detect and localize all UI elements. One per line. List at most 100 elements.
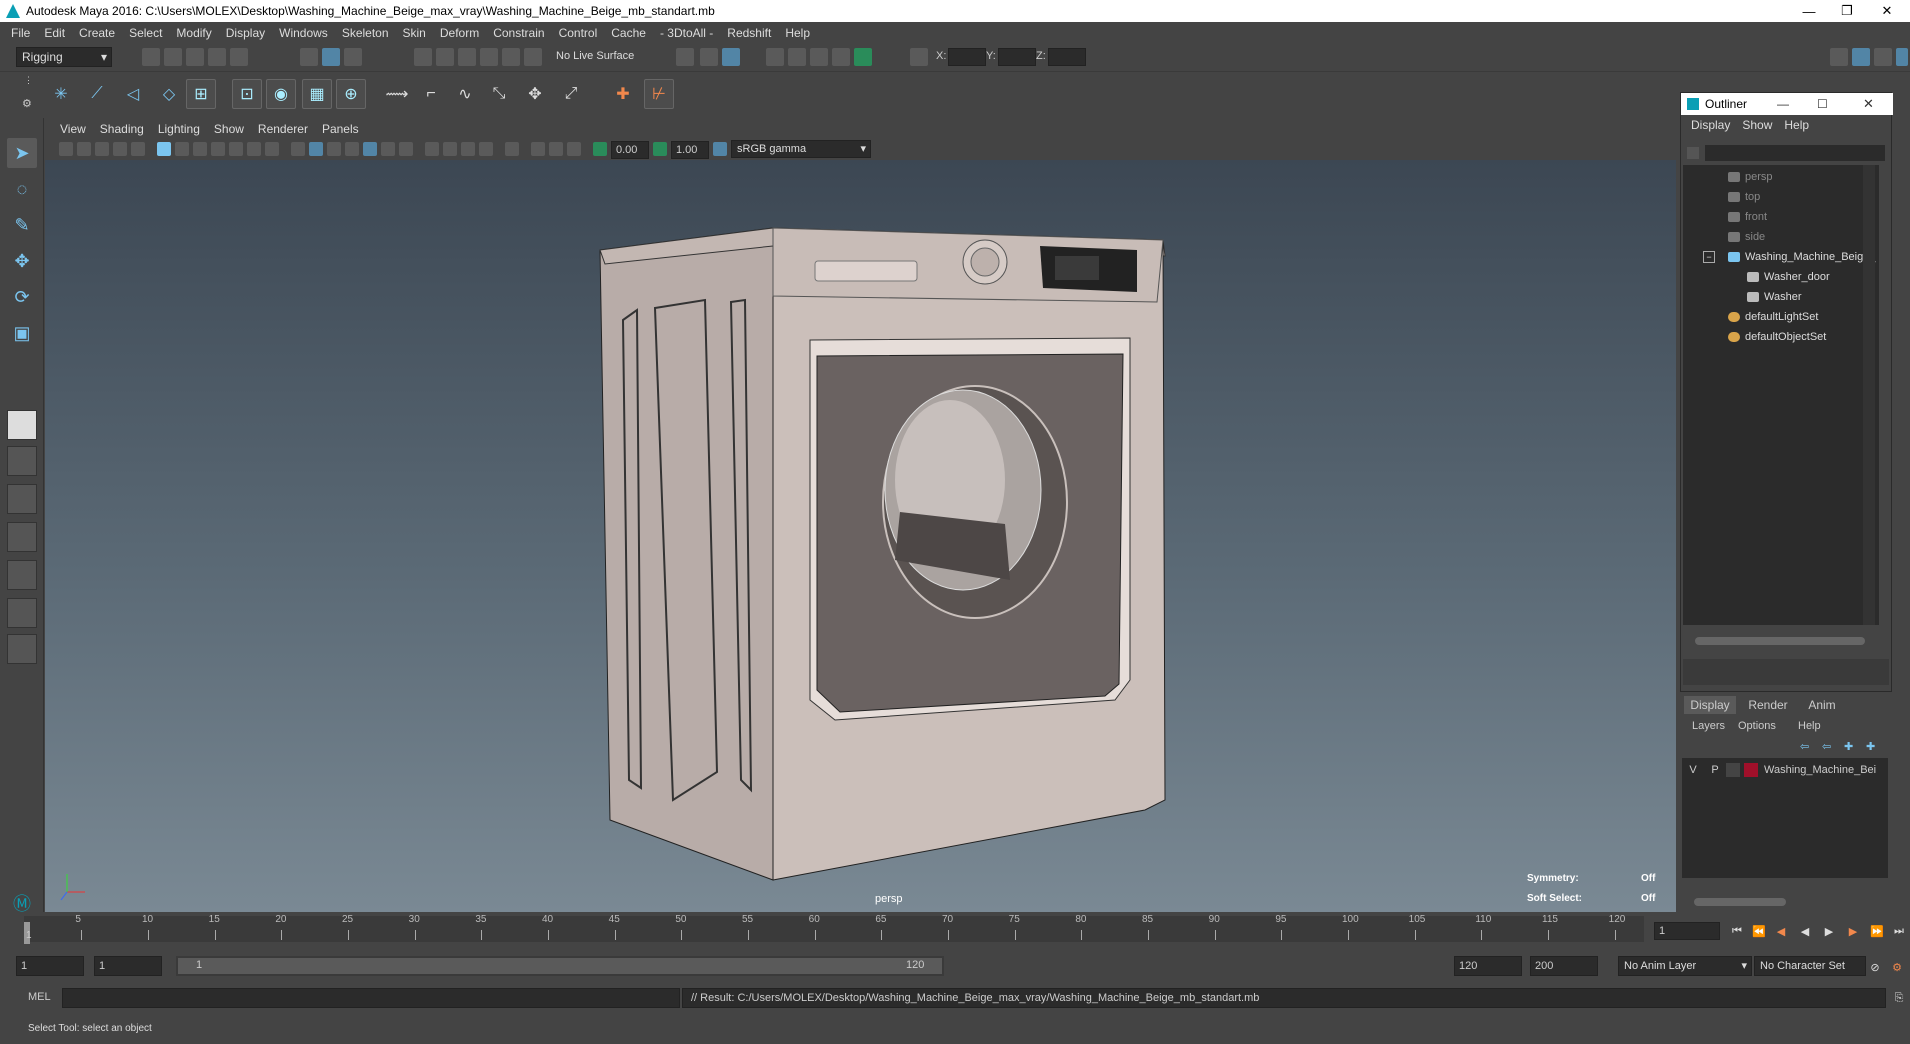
shadows-icon[interactable] (399, 142, 413, 156)
isolate-select-icon[interactable] (505, 142, 519, 156)
menu-display[interactable]: Display (219, 26, 272, 40)
smooth-bind-icon[interactable]: ◉ (266, 79, 296, 109)
vp-menu-lighting[interactable]: Lighting (151, 122, 207, 136)
paint-select-icon[interactable]: ✎ (7, 210, 37, 240)
exposure-field[interactable]: 0.00 (611, 141, 649, 159)
y-field[interactable] (998, 48, 1036, 66)
snap-curve-icon[interactable] (436, 48, 454, 66)
move-layer-down-icon[interactable]: ⇦ (1822, 740, 1831, 753)
vp-menu-view[interactable]: View (53, 122, 93, 136)
step-forward-key-icon[interactable]: ⏩ (1870, 924, 1884, 938)
new-layer-selected-icon[interactable]: ✚ (1866, 740, 1875, 753)
go-to-end-icon[interactable]: ⏭ (1892, 924, 1906, 938)
aim-constraint-icon[interactable]: ⊬ (644, 79, 674, 109)
shelf-settings-icon[interactable]: ⚙ (22, 97, 32, 110)
select-tool-icon[interactable]: ➤ (7, 138, 37, 168)
menu-file[interactable]: File (4, 26, 37, 40)
influence-icon[interactable]: ⊕ (336, 79, 366, 109)
perspective-viewport[interactable]: persp Symmetry: Off Soft Select: Off (45, 160, 1676, 912)
insert-joint-icon[interactable]: ◇ (154, 79, 184, 109)
menu-constrain[interactable]: Constrain (486, 26, 551, 40)
undo-icon[interactable] (208, 48, 226, 66)
bind-skin-icon[interactable]: ⊡ (232, 79, 262, 109)
field-chart-icon[interactable] (229, 142, 243, 156)
animation-prefs-icon[interactable]: ⚙ (1890, 960, 1904, 974)
play-forward-icon[interactable]: ▶ (1822, 924, 1836, 938)
open-scene-icon[interactable] (164, 48, 182, 66)
tab-anim[interactable]: Anim (1796, 696, 1848, 714)
outliner-close-icon[interactable]: ✕ (1863, 96, 1874, 112)
outliner-maximize-icon[interactable]: ☐ (1817, 97, 1828, 111)
xray-joints-icon[interactable] (549, 142, 563, 156)
close-button[interactable]: ✕ (1864, 0, 1910, 22)
blend-shape-icon[interactable]: ⤡ (484, 79, 514, 109)
joint-tool-icon[interactable]: ✳ (46, 79, 76, 109)
menu-3dtoall[interactable]: - 3DtoAll - (653, 26, 720, 40)
persp-graph-layout-icon[interactable] (7, 522, 37, 552)
washing-machine-model[interactable] (45, 160, 1676, 912)
color-space-dropdown[interactable]: sRGB gamma ▾ (731, 140, 871, 158)
vp-menu-show[interactable]: Show (207, 122, 251, 136)
nonlinear-icon[interactable]: ⤢ (556, 79, 586, 109)
ik-spline-icon[interactable]: ◁ (118, 79, 148, 109)
attribute-editor-toggle-icon[interactable] (1852, 48, 1870, 66)
gate-mask-icon[interactable] (211, 142, 225, 156)
menu-redshift[interactable]: Redshift (720, 26, 778, 40)
outliner-menu-help[interactable]: Help (1778, 118, 1815, 132)
snap-grid-icon[interactable] (414, 48, 432, 66)
outliner-item-default-light-set[interactable]: defaultLightSet (1728, 308, 1818, 326)
outliner-vertical-scrollbar[interactable] (1863, 165, 1875, 625)
snap-point-icon[interactable] (458, 48, 476, 66)
menu-skeleton[interactable]: Skeleton (335, 26, 396, 40)
move-tool-icon[interactable]: ✥ (7, 246, 37, 276)
animation-end-field[interactable]: 200 (1530, 956, 1598, 976)
filter-icon[interactable] (1687, 147, 1699, 159)
snap-surface-icon[interactable] (502, 48, 520, 66)
shelf-tabs-icon[interactable]: ⋮ (24, 75, 33, 86)
outliner-titlebar[interactable]: Outliner — ☐ ✕ (1681, 93, 1893, 115)
ambient-occlusion-icon[interactable] (425, 142, 439, 156)
x-field[interactable] (948, 48, 986, 66)
textured-icon[interactable] (363, 142, 377, 156)
select-hierarchy-icon[interactable] (300, 48, 318, 66)
new-scene-icon[interactable] (142, 48, 160, 66)
select-object-icon[interactable] (322, 48, 340, 66)
motion-blur-icon[interactable] (443, 142, 457, 156)
range-bar[interactable]: 1 120 (176, 956, 944, 976)
persp-hypershade-layout-icon[interactable] (7, 560, 37, 590)
step-back-frame-icon[interactable]: ◀ (1774, 924, 1788, 938)
layer-type-toggle[interactable] (1726, 763, 1740, 777)
time-ruler[interactable]: 1 5 10 15 20 25 30 35 40 45 50 55 60 65 70 75 80 85 90 95 1… (24, 914, 1644, 944)
persp-outliner-layout-icon[interactable] (7, 484, 37, 514)
outliner-item-persp[interactable]: persp (1728, 168, 1773, 186)
live-surface-label[interactable]: No Live Surface (556, 50, 634, 62)
time-slider[interactable]: 1 5 10 15 20 25 30 35 40 45 50 55 60 65 70 75 80 85 90 95 1… (0, 912, 1910, 952)
playback-start-field[interactable]: 1 (94, 956, 162, 976)
mirror-joint-icon[interactable]: ⊞ (186, 79, 216, 109)
outliner-item-washer[interactable]: Washer (1747, 288, 1802, 306)
anti-aliasing-icon[interactable] (461, 142, 475, 156)
smooth-shade-icon[interactable] (309, 142, 323, 156)
vp-menu-shading[interactable]: Shading (93, 122, 151, 136)
z-field[interactable] (1048, 48, 1086, 66)
select-component-icon[interactable] (344, 48, 362, 66)
script-editor-icon[interactable]: ⎘ (1892, 991, 1906, 1005)
command-language-label[interactable]: MEL (28, 991, 51, 1003)
rotate-tool-icon[interactable]: ⟳ (7, 282, 37, 312)
menu-modify[interactable]: Modify (169, 26, 218, 40)
gamma-icon[interactable] (653, 142, 667, 156)
custom-layout-icon[interactable] (7, 634, 37, 664)
outliner-item-front[interactable]: front (1728, 208, 1767, 226)
layers-menu-help[interactable]: Help (1798, 720, 1821, 732)
play-backward-icon[interactable]: ◀ (1798, 924, 1812, 938)
new-layer-icon[interactable]: ✚ (1844, 740, 1853, 753)
grease-pencil-icon[interactable] (131, 142, 145, 156)
outliner-menu-show[interactable]: Show (1736, 118, 1778, 132)
menu-cache[interactable]: Cache (604, 26, 653, 40)
menu-create[interactable]: Create (72, 26, 122, 40)
snap-view-icon[interactable] (480, 48, 498, 66)
outliner-item-side[interactable]: side (1728, 228, 1765, 246)
construction-history-icon[interactable] (722, 48, 740, 66)
film-gate-icon[interactable] (175, 142, 189, 156)
four-view-layout-icon[interactable] (7, 446, 37, 476)
